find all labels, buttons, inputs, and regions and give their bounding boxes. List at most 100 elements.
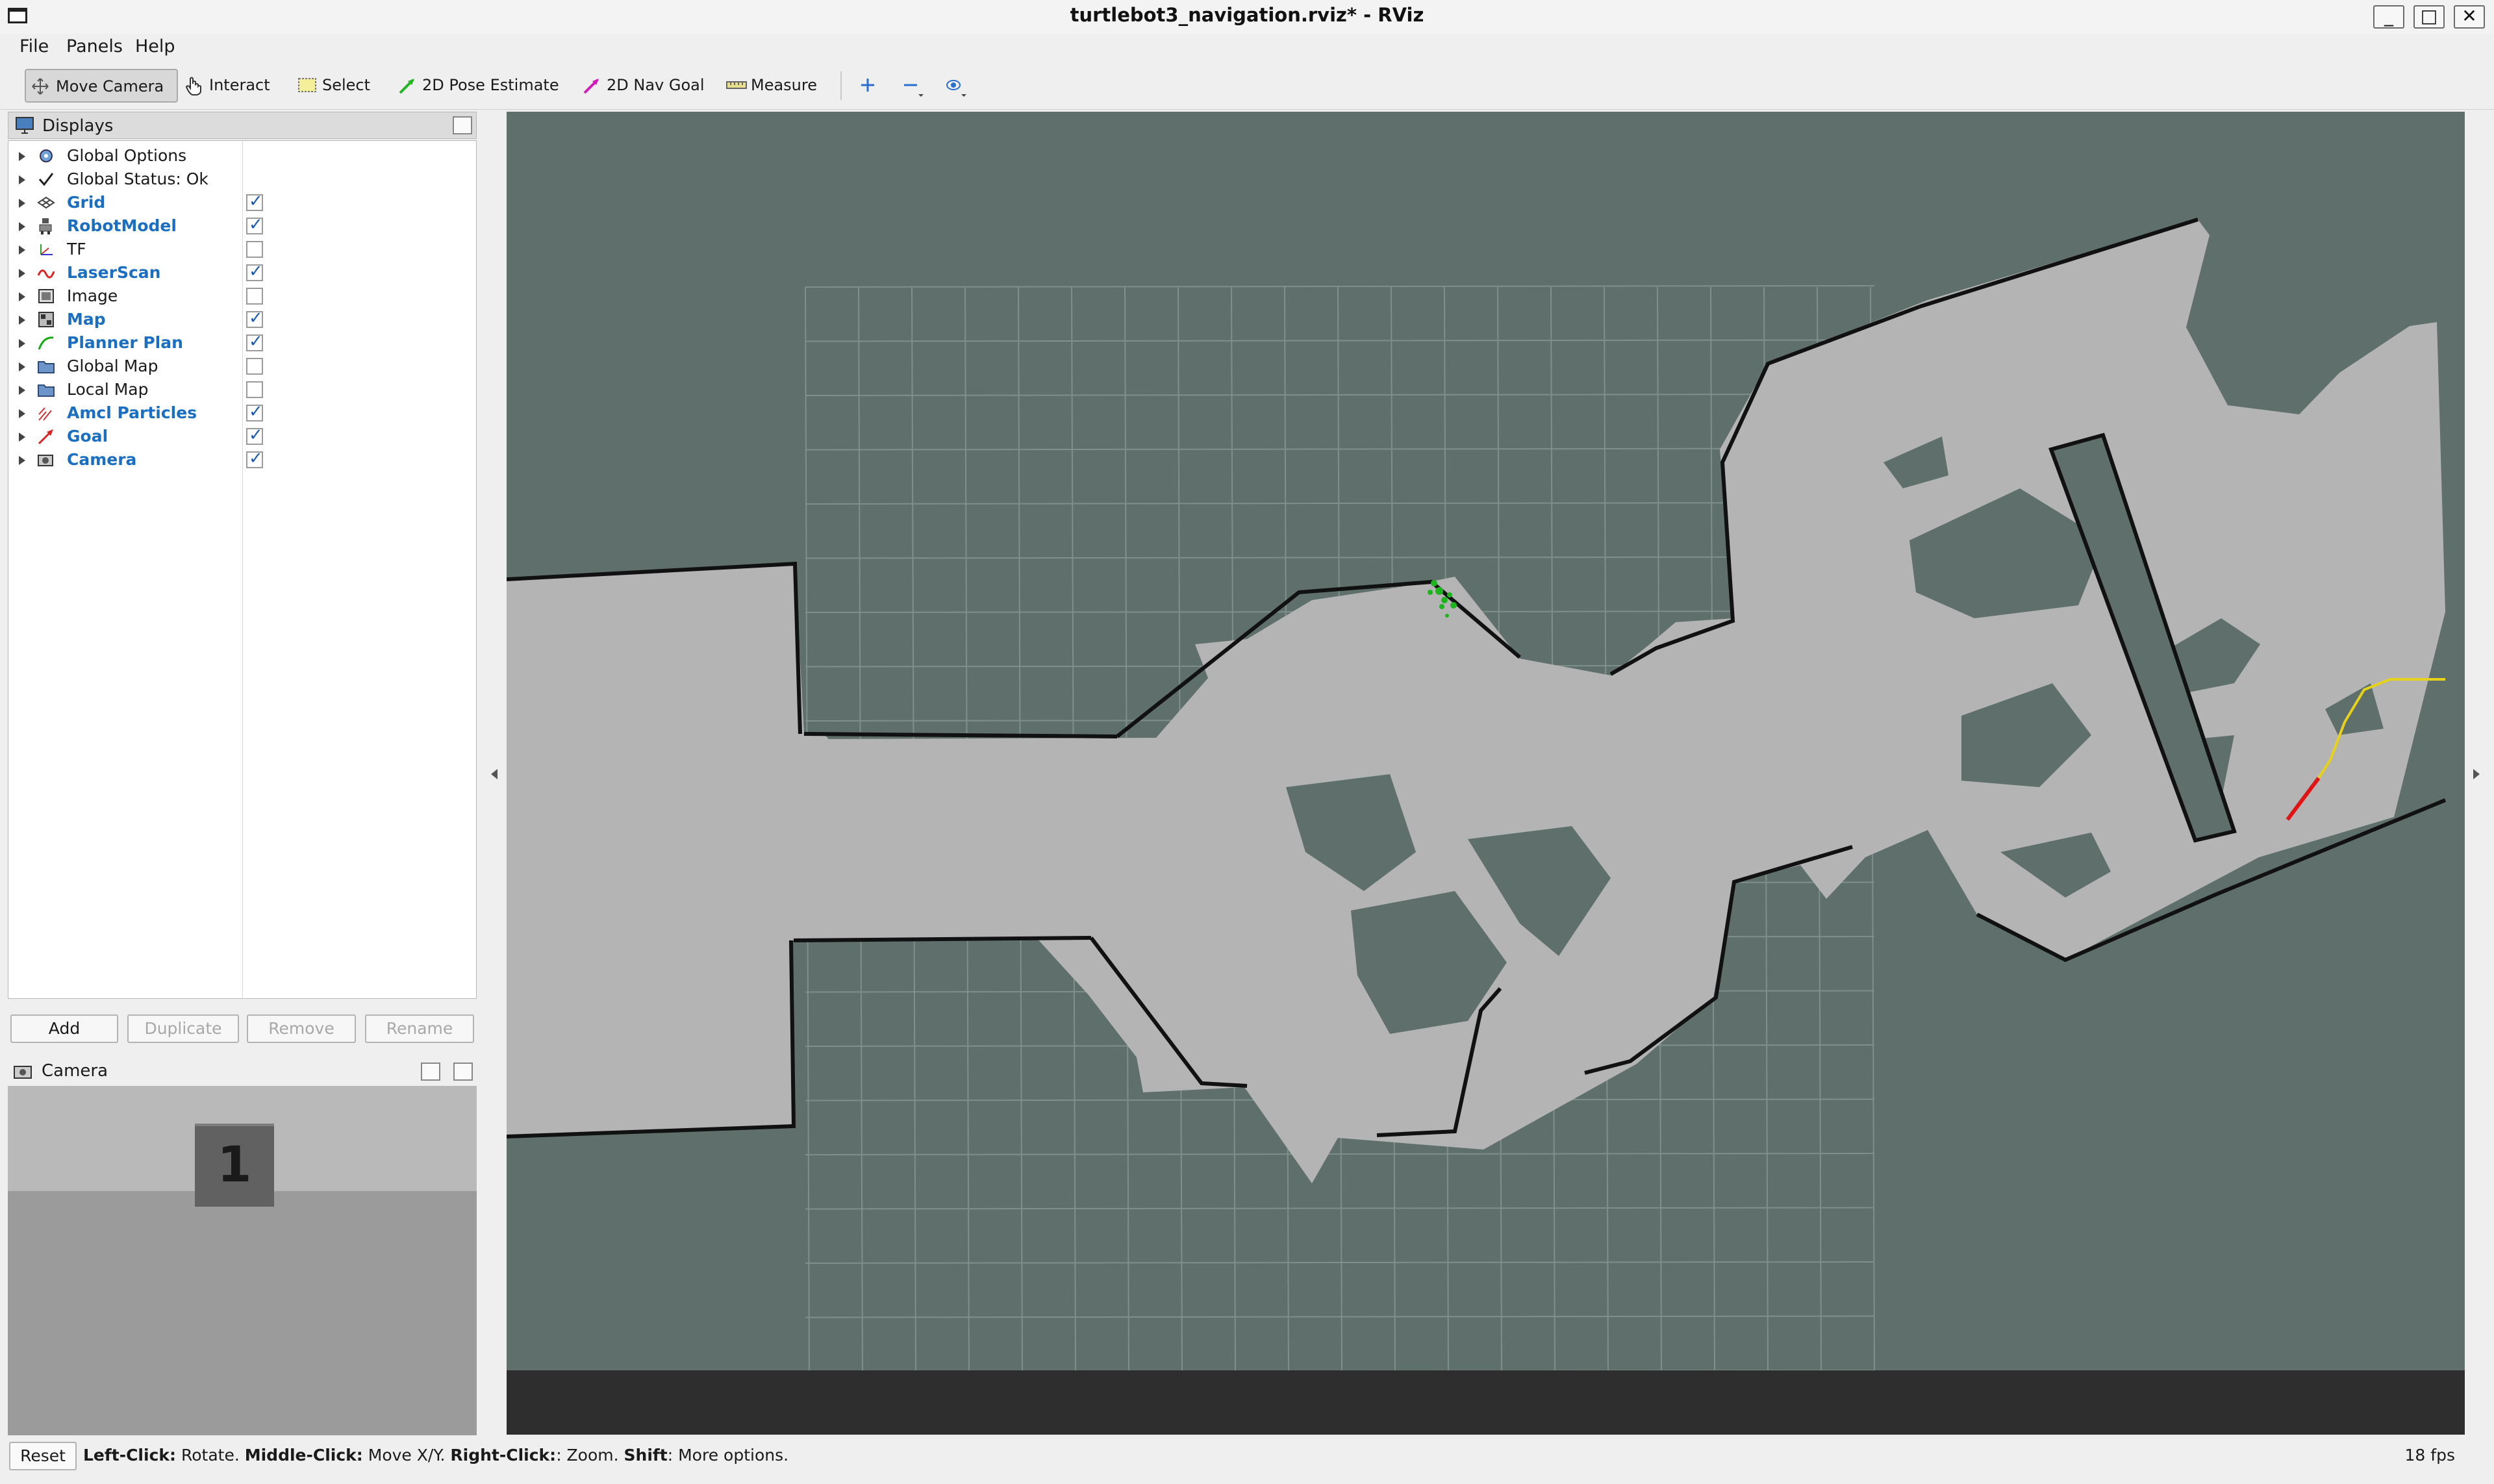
expand-arrow-icon[interactable]: [19, 292, 25, 301]
display-item-image[interactable]: Image: [8, 285, 476, 308]
expand-arrow-icon[interactable]: [19, 269, 25, 278]
help-text: : Zoom.: [556, 1446, 624, 1465]
display-item-local-map[interactable]: Local Map: [8, 379, 476, 402]
grid-line: [805, 285, 1875, 288]
ruler-icon: [726, 81, 747, 89]
display-item-label: Global Map: [67, 357, 158, 375]
expand-arrow-icon[interactable]: [19, 199, 25, 208]
display-enable-checkbox[interactable]: [246, 215, 263, 234]
minus-icon: [904, 84, 924, 97]
select-box-icon: [298, 78, 316, 92]
interact-tool[interactable]: Interact: [179, 69, 277, 103]
display-enable-checkbox[interactable]: [246, 288, 263, 305]
reset-button[interactable]: Reset: [9, 1442, 77, 1470]
remove-display-button[interactable]: Remove: [247, 1014, 356, 1043]
checkmark-icon: [38, 173, 54, 186]
display-enable-checkbox[interactable]: [246, 241, 263, 258]
displays-tree[interactable]: Global Options Global Status: Ok Grid Robot…: [8, 140, 477, 999]
3d-render-view[interactable]: [507, 112, 2465, 1435]
menu-bar: File Panels Help: [0, 34, 2494, 61]
camera-image-view[interactable]: 1: [8, 1086, 477, 1435]
display-enable-checkbox[interactable]: [246, 425, 263, 445]
robot-icon: [39, 218, 52, 234]
left-dock-collapse-icon[interactable]: [491, 769, 498, 779]
menu-help[interactable]: Help: [135, 36, 175, 57]
expand-arrow-icon[interactable]: [19, 362, 25, 371]
display-item-grid[interactable]: Grid: [8, 192, 476, 215]
display-item-robotmodel[interactable]: RobotModel: [8, 215, 476, 238]
maximize-button[interactable]: □: [2413, 5, 2445, 29]
display-item-goal[interactable]: Goal: [8, 425, 476, 449]
pose-estimate-arrow-icon: [399, 79, 414, 94]
measure-tool[interactable]: Measure: [721, 69, 825, 103]
expand-arrow-icon[interactable]: [19, 245, 25, 255]
expand-arrow-icon[interactable]: [19, 409, 25, 418]
display-enable-checkbox[interactable]: [246, 381, 263, 398]
add-tool-button[interactable]: [850, 69, 886, 103]
2d-nav-goal-label: 2D Nav Goal: [607, 76, 705, 94]
toolbar-separator: [840, 71, 842, 100]
display-item-camera[interactable]: Camera: [8, 449, 476, 472]
display-item-amcl-particles[interactable]: Amcl Particles: [8, 402, 476, 425]
help-key: Middle-Click:: [244, 1446, 363, 1465]
close-button[interactable]: ✕: [2454, 5, 2485, 29]
folder-icon: [38, 361, 55, 373]
select-tool[interactable]: Select: [292, 69, 375, 103]
eye-view-icon: [946, 80, 966, 97]
camera-float-button[interactable]: [421, 1063, 440, 1081]
display-item-global-options[interactable]: Global Options: [8, 145, 476, 168]
display-enable-checkbox[interactable]: [246, 449, 263, 468]
move-camera-tool[interactable]: Move Camera: [25, 69, 178, 103]
display-item-label: Grid: [67, 193, 106, 212]
map-icon: [38, 312, 54, 327]
display-item-global-status-ok[interactable]: Global Status: Ok: [8, 168, 476, 192]
display-enable-checkbox[interactable]: [246, 192, 263, 211]
expand-arrow-icon[interactable]: [19, 152, 25, 161]
display-enable-checkbox[interactable]: [246, 402, 263, 421]
duplicate-display-button[interactable]: Duplicate: [127, 1014, 239, 1043]
folder-icon: [38, 384, 55, 397]
display-enable-checkbox[interactable]: [246, 358, 263, 375]
expand-arrow-icon[interactable]: [19, 339, 25, 348]
display-enable-checkbox[interactable]: [246, 332, 263, 351]
display-item-label: Goal: [67, 427, 108, 446]
display-item-map[interactable]: Map: [8, 308, 476, 332]
display-item-laserscan[interactable]: LaserScan: [8, 262, 476, 285]
display-item-label: Image: [67, 286, 118, 305]
remove-tool-button[interactable]: [892, 69, 929, 103]
expand-arrow-icon[interactable]: [19, 433, 25, 442]
2d-nav-goal-tool[interactable]: 2D Nav Goal: [577, 69, 705, 103]
display-item-planner-plan[interactable]: Planner Plan: [8, 332, 476, 355]
menu-file[interactable]: File: [19, 36, 49, 57]
right-dock-collapse-icon[interactable]: [2473, 769, 2480, 779]
camera-icon: [38, 455, 53, 466]
help-text: Rotate.: [176, 1446, 245, 1465]
expand-arrow-icon[interactable]: [19, 316, 25, 325]
camera-marker-number: 1: [217, 1135, 252, 1193]
display-item-tf[interactable]: TF: [8, 238, 476, 262]
help-key: Right-Click:: [450, 1446, 557, 1465]
status-help-text: Left-Click: Rotate. Middle-Click: Move X…: [83, 1446, 788, 1465]
minimize-button[interactable]: _: [2373, 5, 2404, 29]
path-icon: [38, 336, 54, 350]
expand-arrow-icon[interactable]: [19, 456, 25, 465]
display-item-label: RobotModel: [67, 216, 177, 235]
2d-pose-estimate-tool[interactable]: 2D Pose Estimate: [392, 69, 559, 103]
menu-panels[interactable]: Panels: [66, 36, 123, 57]
rename-display-button[interactable]: Rename: [365, 1014, 474, 1043]
expand-arrow-icon[interactable]: [19, 386, 25, 395]
display-enable-checkbox[interactable]: [246, 262, 263, 281]
expand-arrow-icon[interactable]: [19, 222, 25, 231]
camera-type-button[interactable]: [935, 69, 972, 103]
move-camera-icon: [32, 78, 49, 95]
camera-close-button[interactable]: [453, 1063, 473, 1081]
laser-icon: [37, 270, 55, 279]
display-item-global-map[interactable]: Global Map: [8, 355, 476, 379]
display-item-label: Map: [67, 310, 106, 329]
displays-float-button[interactable]: [453, 116, 472, 134]
expand-arrow-icon[interactable]: [19, 175, 25, 184]
pose-array-icon: [38, 407, 52, 421]
display-item-label: Global Options: [67, 146, 187, 165]
add-display-button[interactable]: Add: [10, 1014, 118, 1043]
display-enable-checkbox[interactable]: [246, 308, 263, 328]
